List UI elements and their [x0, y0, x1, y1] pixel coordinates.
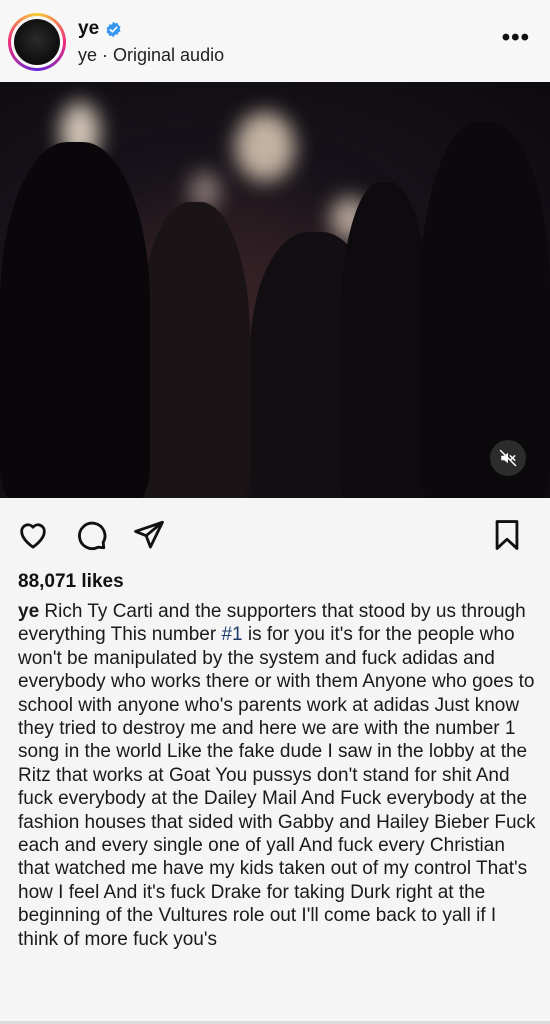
caption-username[interactable]: ye: [18, 601, 39, 622]
separator: ·: [102, 45, 109, 65]
flare-light: [235, 112, 295, 182]
bookmark-icon[interactable]: [490, 518, 524, 552]
more-options-button[interactable]: •••: [502, 26, 530, 50]
sound-off-icon: [499, 449, 517, 467]
video-player[interactable]: [0, 82, 550, 498]
comment-icon[interactable]: [74, 518, 108, 552]
post-header: ye ye · Original audio •••: [0, 0, 550, 82]
username-row: ye: [78, 18, 122, 40]
heart-icon[interactable]: [16, 518, 50, 552]
crowd-silhouette: [340, 182, 430, 498]
hashtag-link[interactable]: #1: [221, 624, 242, 645]
crowd-silhouette: [140, 202, 250, 498]
crowd-silhouette: [0, 142, 150, 498]
action-bar: [0, 498, 550, 570]
caption: ye Rich Ty Carti and the supporters that…: [18, 600, 540, 951]
send-icon[interactable]: [132, 518, 166, 552]
crowd-silhouette: [420, 122, 550, 498]
avatar[interactable]: [14, 19, 60, 65]
like-count[interactable]: 88,071 likes: [18, 571, 124, 593]
audio-link[interactable]: Original audio: [113, 45, 224, 66]
mute-button[interactable]: [490, 440, 526, 476]
verified-badge-icon: [106, 21, 121, 37]
audio-owner[interactable]: ye: [78, 45, 97, 66]
audio-subline: ye · Original audio: [78, 45, 224, 66]
username-link[interactable]: ye: [78, 18, 99, 40]
caption-text: is for you it's for the people who won't…: [18, 624, 536, 950]
story-ring[interactable]: [8, 13, 66, 71]
